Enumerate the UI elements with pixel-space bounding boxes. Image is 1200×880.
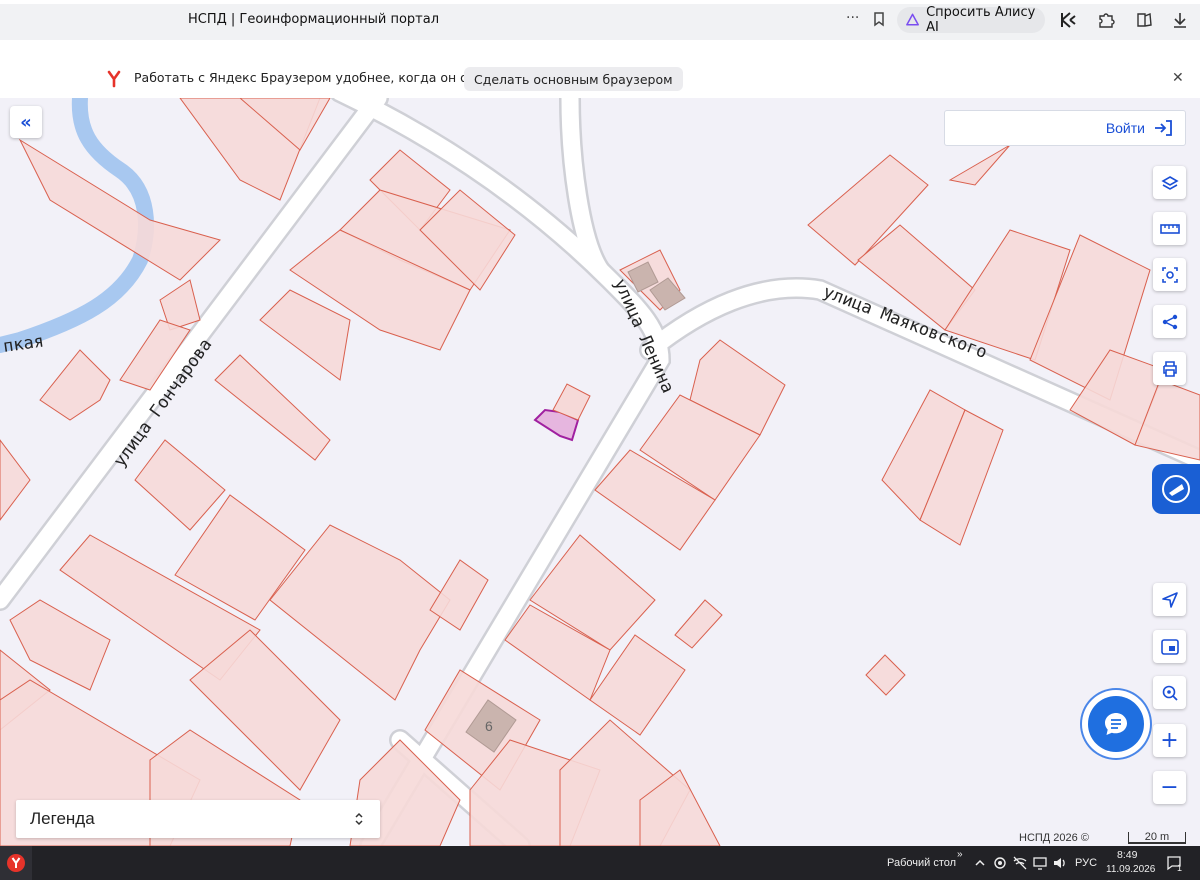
- share-icon: [1162, 314, 1177, 329]
- print-button[interactable]: [1153, 352, 1186, 385]
- browser-titlebar: НСПД | Геоинформационный портал ··· Спро…: [0, 0, 1200, 40]
- river-label-fragment: пкая: [2, 331, 45, 357]
- parcel: [674, 599, 723, 649]
- zoom-out-button[interactable]: −: [1153, 771, 1186, 804]
- volume-icon[interactable]: [1052, 855, 1068, 871]
- select-area-button[interactable]: [1153, 258, 1186, 291]
- desktop-label[interactable]: Рабочий стол: [887, 857, 956, 869]
- minimap-button[interactable]: [1153, 630, 1186, 663]
- map-canvas[interactable]: улица Гончарова улица Ленина улица Маяко…: [0, 98, 1200, 846]
- desktop-chevron[interactable]: »: [957, 849, 963, 860]
- parcel: [259, 289, 351, 381]
- monitor-icon[interactable]: [1032, 855, 1048, 871]
- chat-icon: [1105, 713, 1127, 735]
- extensions-puzzle-icon[interactable]: [1096, 10, 1116, 30]
- download-icon[interactable]: [1170, 10, 1190, 30]
- parcel: [214, 354, 331, 461]
- app-root: НСПД | Геоинформационный портал ··· Спро…: [0, 0, 1200, 880]
- map-layer: улица Гончарова улица Ленина улица Маяко…: [0, 98, 1200, 846]
- select-area-icon: [1161, 266, 1178, 283]
- taskbar: Рабочий стол » РУС 8:49 11.09.2026 1: [0, 846, 1200, 880]
- side-panel-tab[interactable]: [1152, 464, 1200, 514]
- parcel: [865, 654, 906, 696]
- tray-expand-icon[interactable]: [972, 855, 988, 871]
- ruler-button[interactable]: [1153, 212, 1186, 245]
- map-copyright: НСПД 2026 ©: [1019, 832, 1089, 844]
- parcel: [948, 144, 1011, 186]
- search-location-button[interactable]: [1153, 676, 1186, 709]
- legend-label: Легенда: [30, 809, 95, 828]
- extension-k-icon[interactable]: [1058, 10, 1078, 30]
- tray-app-icon[interactable]: [992, 855, 1008, 871]
- parcel: [39, 349, 111, 421]
- parcel: [0, 439, 31, 521]
- login-button[interactable]: Войти: [944, 110, 1186, 146]
- expand-collapse-icon: [355, 812, 363, 826]
- collections-icon[interactable]: [1134, 10, 1154, 30]
- yandex-browser-taskbar-button[interactable]: [0, 846, 32, 880]
- map-document-icon: [1162, 475, 1190, 503]
- clock-date[interactable]: 11.09.2026: [1106, 864, 1155, 875]
- yandex-browser-icon: [7, 854, 25, 872]
- map-scale: 20 m: [1128, 832, 1186, 844]
- legend-panel[interactable]: Легенда: [16, 800, 380, 838]
- building-number: 6: [485, 718, 493, 734]
- print-icon: [1162, 360, 1177, 377]
- locate-button[interactable]: [1153, 583, 1186, 616]
- ruler-icon: [1159, 223, 1180, 234]
- locate-icon: [1161, 591, 1178, 608]
- window-top-edge: [0, 0, 1200, 4]
- network-off-icon[interactable]: [1012, 855, 1028, 871]
- yandex-browser-icon: [107, 70, 121, 88]
- layers-button[interactable]: [1153, 166, 1186, 199]
- ask-alice-label: Спросить Алису AI: [926, 5, 1036, 35]
- more-actions-button[interactable]: ···: [846, 10, 859, 26]
- minimap-icon: [1160, 638, 1179, 655]
- bookmark-icon[interactable]: [870, 10, 888, 28]
- share-button[interactable]: [1153, 305, 1186, 338]
- login-label: Войти: [1105, 120, 1145, 136]
- chat-button[interactable]: [1088, 696, 1144, 752]
- zoom-in-button[interactable]: +: [1153, 724, 1186, 757]
- notification-count: 1: [1177, 863, 1183, 873]
- panel-collapse-button[interactable]: «: [10, 106, 42, 138]
- search-location-icon: [1162, 685, 1178, 701]
- language-indicator[interactable]: РУС: [1075, 857, 1097, 869]
- default-browser-infobar: Работать с Яндекс Браузером удобнее, ког…: [0, 40, 1200, 99]
- clock-time[interactable]: 8:49: [1117, 849, 1137, 861]
- tab-title[interactable]: НСПД | Геоинформационный портал: [188, 12, 439, 27]
- alice-icon: [906, 13, 919, 26]
- ask-alice-button[interactable]: Спросить Алису AI: [897, 5, 1045, 35]
- layers-icon: [1160, 175, 1179, 190]
- infobar-close-icon[interactable]: ✕: [1172, 70, 1184, 86]
- parcel: [134, 439, 226, 531]
- make-default-browser-button[interactable]: Сделать основным браузером: [464, 67, 683, 91]
- login-icon: [1155, 120, 1172, 136]
